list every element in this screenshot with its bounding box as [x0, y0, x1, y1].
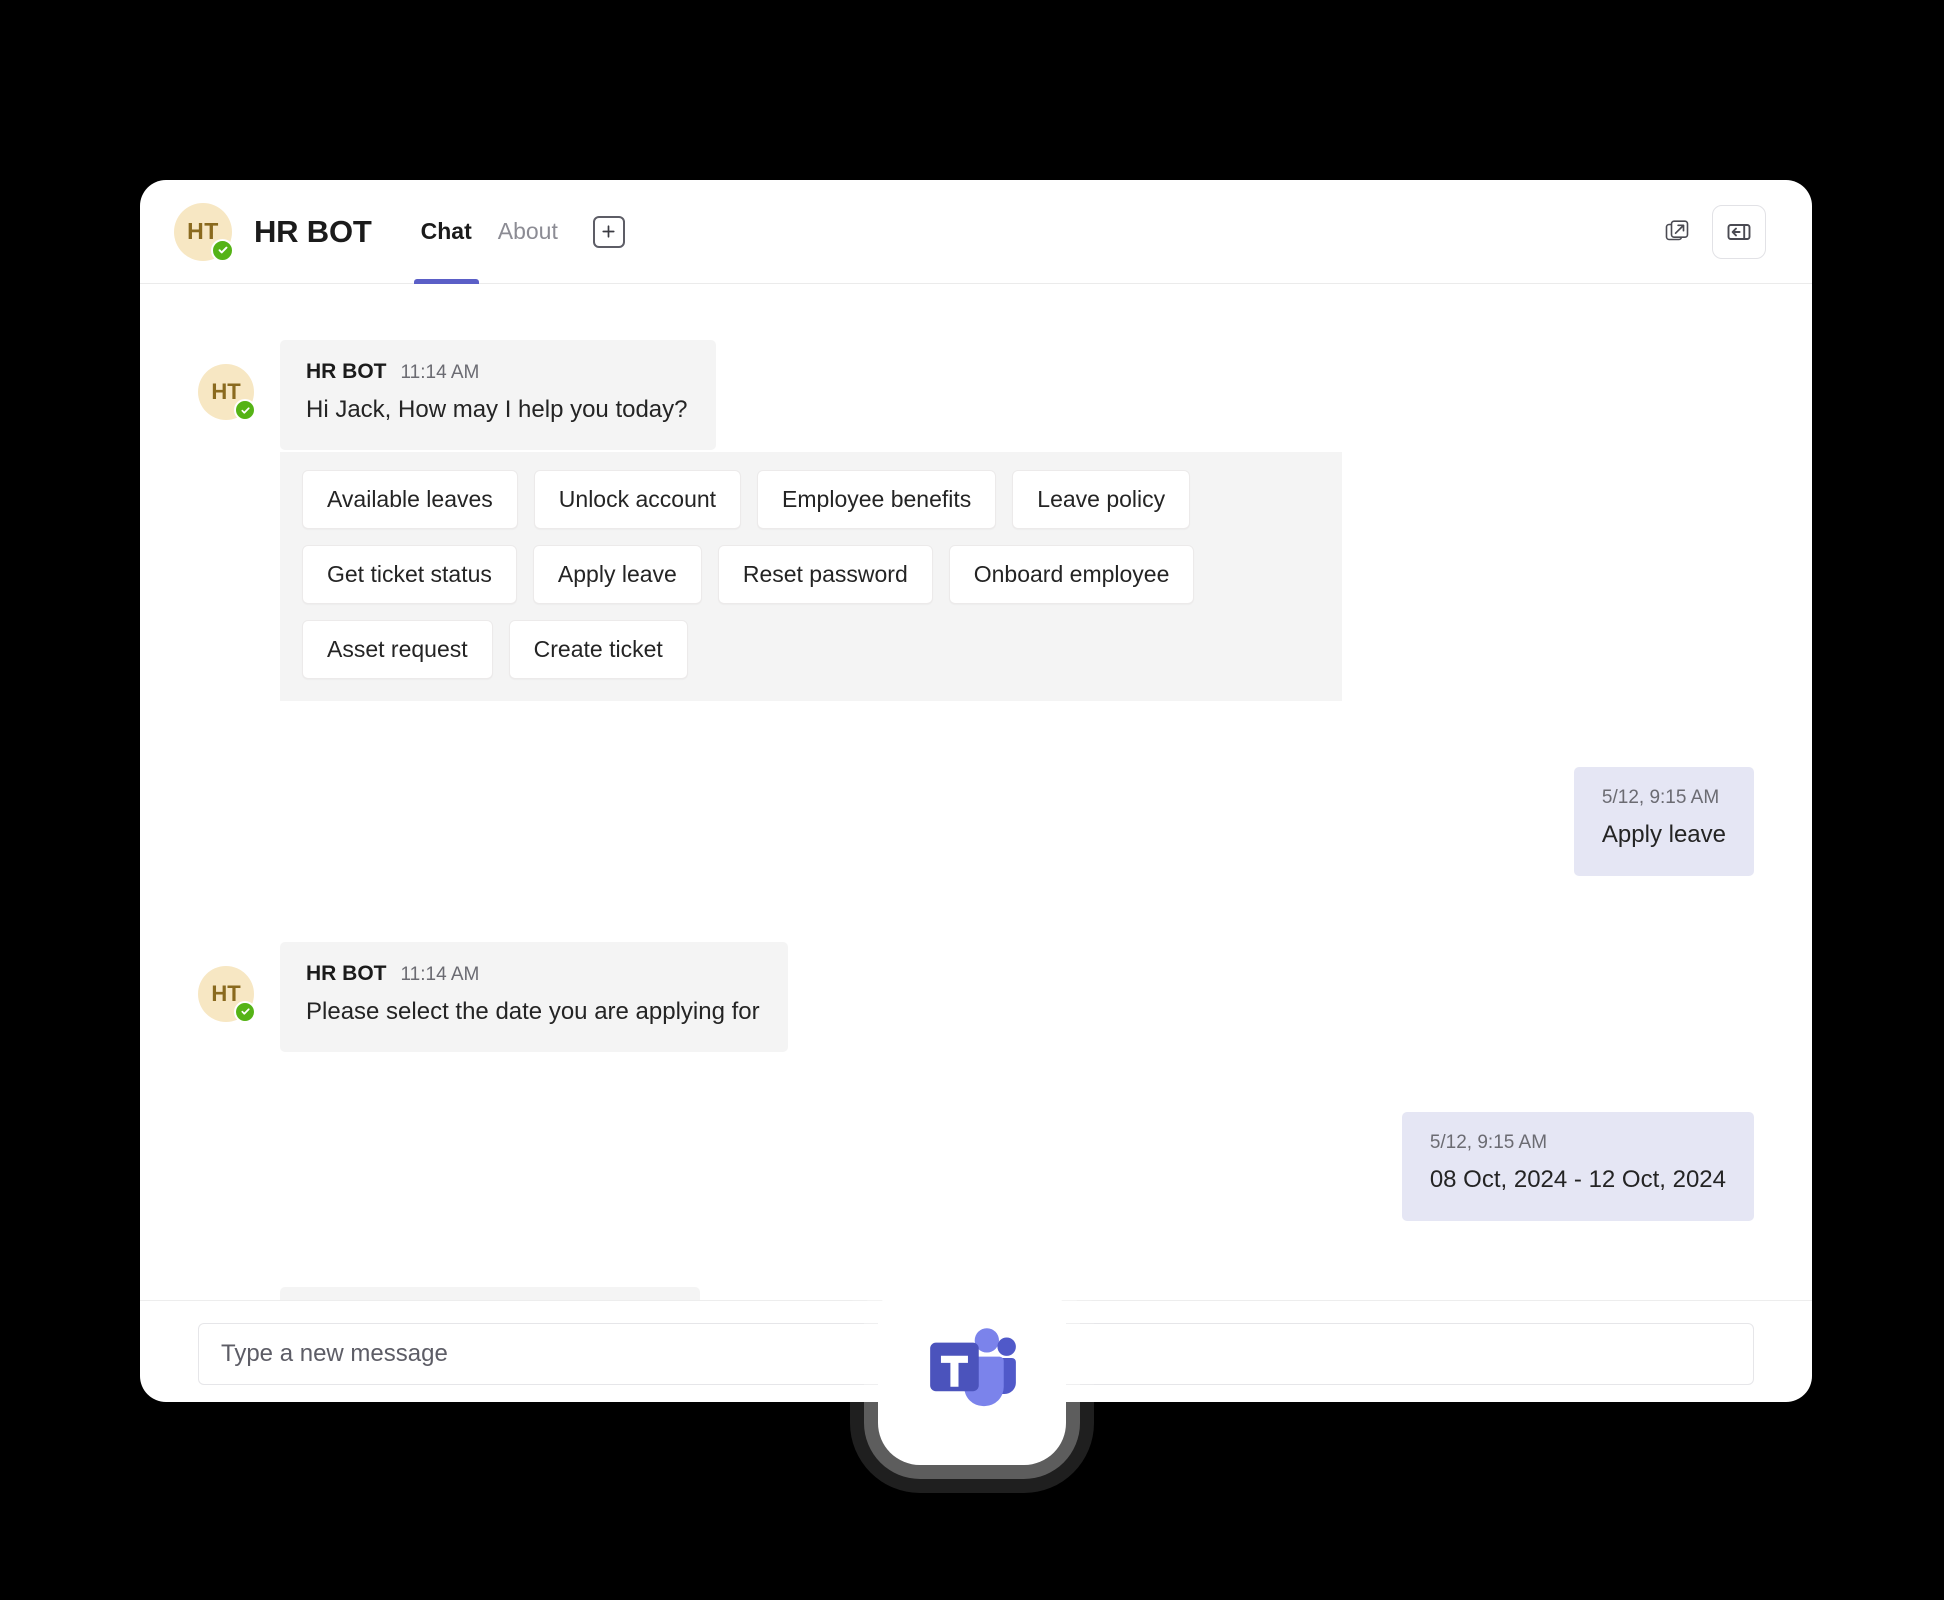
bot-avatar: HT — [174, 202, 234, 262]
add-tab-plus-square-icon[interactable] — [592, 215, 625, 248]
tab-about[interactable]: About — [485, 180, 571, 284]
message-input-placeholder: Type a new message — [221, 1340, 448, 1367]
teams-app-window: HT HR BOT Chat About HT HR BOT 11:14 AM … — [140, 180, 1812, 1402]
quick-reply-chip[interactable]: Unlock account — [533, 470, 742, 530]
message-sender: HR BOT — [306, 360, 387, 383]
message-text: Hi Jack, How may I help you today? — [306, 396, 688, 423]
presence-available-icon — [234, 399, 256, 421]
avatar: HT — [198, 965, 256, 1023]
pop-out-icon[interactable] — [1660, 215, 1694, 249]
quick-reply-chip[interactable]: Available leaves — [302, 470, 518, 530]
message-timestamp: 11:14 AM — [400, 362, 480, 383]
panel-toggle-icon[interactable] — [1712, 204, 1766, 259]
message-meta: HR BOT 11:14 AM — [306, 360, 688, 384]
message-row-bot-greeting: HT HR BOT 11:14 AM Hi Jack, How may I he… — [198, 340, 1754, 702]
quick-reply-chip[interactable]: Employee benefits — [757, 470, 997, 530]
bubble-column: HR BOT 11:14 AM Please select the date y… — [280, 941, 788, 1053]
message-text: 08 Oct, 2024 - 12 Oct, 2024 — [1429, 1166, 1726, 1194]
presence-available-icon — [234, 1000, 256, 1023]
message-row-bot-date-prompt: HT HR BOT 11:14 AM Please select the dat… — [198, 941, 1754, 1053]
tab-chat[interactable]: Chat — [408, 180, 485, 284]
bot-message-bubble: HR BOT 11:14 AM Please select the date y… — [280, 941, 788, 1053]
message-timestamp: 5/12, 9:15 AM — [1429, 1132, 1548, 1154]
quick-reply-chip[interactable]: Create ticket — [508, 620, 688, 680]
message-timestamp: 11:14 AM — [400, 963, 480, 985]
message-list: HT HR BOT 11:14 AM Hi Jack, How may I he… — [140, 284, 1812, 1300]
quick-reply-chip[interactable]: Onboard employee — [948, 545, 1195, 605]
message-row-user-date-range: 5/12, 9:15 AM 08 Oct, 2024 - 12 Oct, 202… — [198, 1112, 1754, 1221]
quick-reply-chip[interactable]: Leave policy — [1012, 470, 1191, 530]
bubble-column: HR BOT 11:14 AM Hi Jack, How may I help … — [280, 340, 1342, 702]
message-text: Apply leave — [1601, 821, 1726, 849]
message-text: Please select the date you are applying … — [306, 997, 760, 1025]
screenshot-stage: HT HR BOT Chat About HT HR BOT 11:14 AM … — [0, 0, 1944, 1600]
bubble-column: HR BOT 11:14 AM What is the reason for y… — [280, 1286, 700, 1300]
avatar: HT — [198, 364, 256, 421]
bot-message-bubble: HR BOT 11:14 AM Hi Jack, How may I help … — [280, 340, 716, 451]
quick-reply-chip[interactable]: Apply leave — [532, 545, 702, 605]
tab-bar: Chat About — [408, 180, 625, 284]
app-header: HT HR BOT Chat About — [140, 180, 1812, 284]
microsoft-teams-logo — [878, 1277, 1066, 1465]
quick-reply-chip[interactable]: Get ticket status — [302, 545, 517, 605]
header-actions — [1660, 204, 1766, 259]
page-title: HR BOT — [254, 213, 372, 249]
message-timestamp: 5/12, 9:15 AM — [1601, 787, 1720, 809]
bot-message-bubble: HR BOT 11:14 AM What is the reason for y… — [280, 1286, 700, 1300]
quick-reply-panel: Available leaves Unlock account Employee… — [280, 452, 1342, 702]
message-row-user-apply-leave: 5/12, 9:15 AM Apply leave — [198, 767, 1754, 876]
user-message-bubble: 5/12, 9:15 AM Apply leave — [1573, 767, 1754, 876]
user-message-bubble: 5/12, 9:15 AM 08 Oct, 2024 - 12 Oct, 202… — [1401, 1112, 1754, 1221]
presence-available-icon — [211, 238, 234, 262]
message-meta: HR BOT 11:14 AM — [306, 962, 760, 986]
quick-reply-chip[interactable]: Reset password — [717, 545, 933, 605]
quick-reply-chip[interactable]: Asset request — [302, 620, 493, 680]
message-sender: HR BOT — [306, 961, 387, 985]
